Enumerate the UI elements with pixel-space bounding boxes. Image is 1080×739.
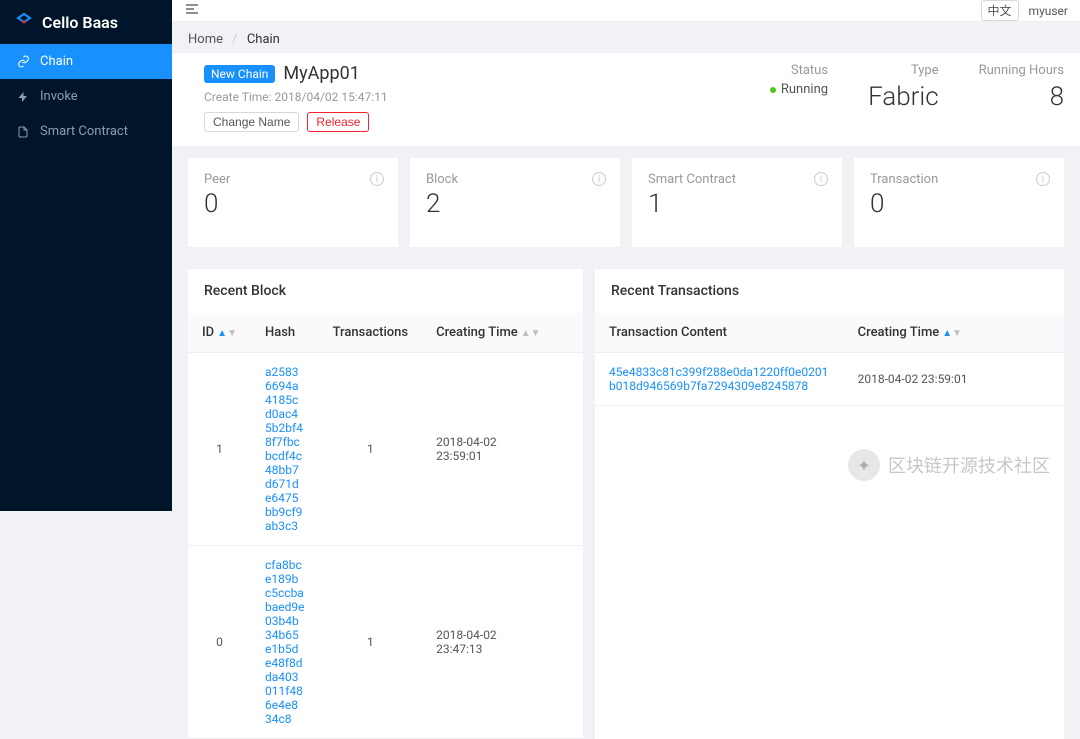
create-time: Create Time: 2018/04/02 15:47:11 [204, 90, 388, 104]
sidebar-item-chain[interactable]: Chain [0, 44, 172, 79]
status-stat: Status Running [770, 63, 828, 97]
language-toggle[interactable]: 中文 [981, 0, 1019, 21]
info-icon[interactable]: i [592, 172, 606, 186]
topbar: 中文 myuser [172, 0, 1080, 22]
block-hash-link[interactable]: cfa8bce189bc5ccbabaed9e03b4b34b65e1b5de4… [251, 546, 319, 739]
running-hours-stat: Running Hours 8 [979, 63, 1064, 112]
block-card: i Block 2 [410, 158, 620, 247]
release-button[interactable]: Release [307, 112, 369, 132]
new-chain-badge: New Chain [204, 65, 275, 83]
table-row: 1 a25836694a4185cd0ac45b2bf48f7fbcbcdf4c… [188, 353, 583, 546]
type-stat: Type Fabric [868, 63, 939, 112]
breadcrumb-home[interactable]: Home [188, 32, 223, 47]
sort-icon: ▲▼ [521, 328, 541, 339]
sidebar: Cello Baas Chain Invoke Smart Contract [0, 0, 172, 511]
bolt-icon [16, 90, 30, 104]
sidebar-item-smart-contract[interactable]: Smart Contract [0, 114, 172, 149]
recent-transactions-card: Recent Transactions Transaction Content … [595, 269, 1064, 739]
sort-icon: ▲▼ [942, 328, 962, 339]
sidebar-menu: Chain Invoke Smart Contract [0, 44, 172, 149]
username[interactable]: myuser [1029, 4, 1068, 18]
info-icon[interactable]: i [1036, 172, 1050, 186]
transaction-content-link[interactable]: 45e4833c81c399f288e0da1220ff0e0201b018d9… [595, 353, 844, 406]
menu-toggle-icon[interactable] [184, 1, 200, 21]
blocks-table: ID▲▼ Hash Transactions Creating Time▲▼ 1… [188, 313, 583, 739]
sidebar-item-label: Invoke [40, 89, 78, 104]
transaction-value: 0 [870, 189, 1048, 219]
table-row: 0 cfa8bce189bc5ccbabaed9e03b4b34b65e1b5d… [188, 546, 583, 739]
file-icon [16, 125, 30, 139]
transactions-table: Transaction Content Creating Time▲▼ 45e4… [595, 313, 1064, 406]
change-name-button[interactable]: Change Name [204, 112, 299, 132]
sidebar-item-label: Chain [40, 54, 73, 69]
card-title: Recent Transactions [595, 269, 1064, 313]
status-dot-icon [770, 87, 776, 93]
col-tx[interactable]: Transactions [319, 313, 423, 353]
main: 中文 myuser Home / Chain New Chain MyApp01… [172, 0, 1080, 511]
tables-row: Recent Block ID▲▼ Hash Transactions Crea… [172, 247, 1080, 739]
col-time[interactable]: Creating Time▲▼ [844, 313, 1024, 353]
breadcrumb-sep: / [232, 32, 237, 47]
breadcrumb-current: Chain [247, 32, 280, 47]
peer-value: 0 [204, 189, 382, 219]
type-value: Fabric [868, 82, 939, 112]
col-time[interactable]: Creating Time▲▼ [422, 313, 555, 353]
smart-contract-card: i Smart Contract 1 [632, 158, 842, 247]
status-value: Running [770, 82, 828, 97]
info-icon[interactable]: i [814, 172, 828, 186]
col-hash[interactable]: Hash [251, 313, 319, 353]
logo[interactable]: Cello Baas [0, 0, 172, 44]
smart-contract-value: 1 [648, 189, 826, 219]
transaction-card: i Transaction 0 [854, 158, 1064, 247]
info-icon[interactable]: i [370, 172, 384, 186]
sidebar-item-label: Smart Contract [40, 124, 128, 139]
sort-icon: ▲▼ [217, 328, 237, 339]
col-extra [555, 313, 583, 353]
card-title: Recent Block [188, 269, 583, 313]
sidebar-item-invoke[interactable]: Invoke [0, 79, 172, 114]
recent-block-card: Recent Block ID▲▼ Hash Transactions Crea… [188, 269, 583, 739]
table-row: 45e4833c81c399f288e0da1220ff0e0201b018d9… [595, 353, 1064, 406]
peer-card: i Peer 0 [188, 158, 398, 247]
col-content[interactable]: Transaction Content [595, 313, 844, 353]
link-icon [16, 55, 30, 69]
stats-row: i Peer 0 i Block 2 i Smart Contract 1 i … [172, 158, 1080, 247]
col-id[interactable]: ID▲▼ [188, 313, 251, 353]
breadcrumb: Home / Chain [172, 22, 1080, 53]
running-hours-value: 8 [979, 82, 1064, 112]
block-value: 2 [426, 189, 604, 219]
logo-icon [14, 12, 34, 32]
app-name: MyApp01 [283, 63, 359, 84]
brand-name: Cello Baas [42, 13, 118, 32]
block-hash-link[interactable]: a25836694a4185cd0ac45b2bf48f7fbcbcdf4c48… [251, 353, 319, 546]
page-header: New Chain MyApp01 Create Time: 2018/04/0… [172, 53, 1080, 146]
